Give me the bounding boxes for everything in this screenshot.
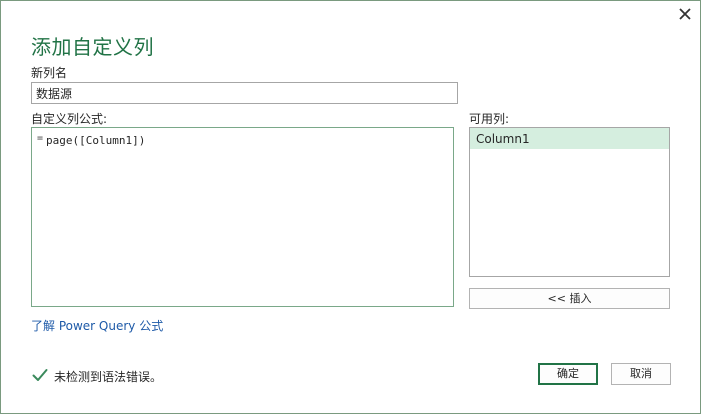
dialog-title: 添加自定义列 [31, 35, 154, 59]
new-column-name-input[interactable] [31, 82, 458, 104]
checkmark-icon [32, 369, 48, 381]
new-column-name-label: 新列名 [31, 66, 68, 80]
insert-button[interactable]: << 插入 [469, 288, 670, 309]
ok-button[interactable]: 确定 [538, 363, 598, 385]
available-column-item[interactable]: Column1 [470, 128, 669, 149]
cancel-button[interactable]: 取消 [611, 363, 671, 385]
available-columns-label: 可用列: [469, 112, 510, 126]
formula-editor[interactable]: = page([Column1]) [31, 127, 454, 307]
syntax-status-text: 未检测到语法错误。 [54, 370, 163, 384]
custom-column-formula-label: 自定义列公式: [31, 112, 108, 126]
add-custom-column-dialog: 添加自定义列 新列名 自定义列公式: = page([Column1]) 可用列… [0, 0, 701, 414]
formula-text[interactable]: page([Column1]) [46, 134, 145, 147]
formula-equals-sign: = [37, 133, 44, 144]
learn-power-query-link[interactable]: 了解 Power Query 公式 [31, 317, 163, 334]
available-columns-list[interactable]: Column1 [469, 127, 670, 277]
close-icon[interactable] [678, 7, 692, 21]
